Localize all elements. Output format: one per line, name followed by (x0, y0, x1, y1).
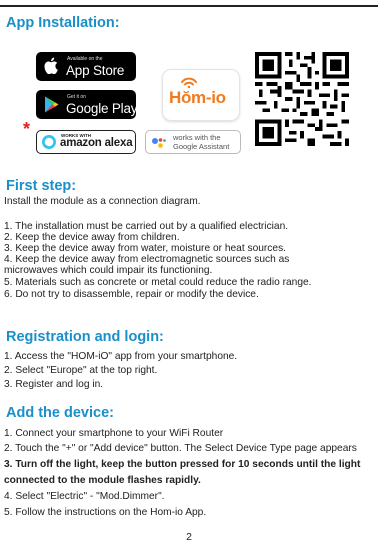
asterisk-mark: * (23, 119, 31, 139)
add-device-title: Add the device: (6, 405, 114, 421)
add-device-item: 5. Follow the instructions on the Hom-io… (4, 507, 207, 518)
add-device-item: 4. Select "Electric" - "Mod.Dimmer". (4, 491, 165, 502)
google-assistant-icon (152, 136, 166, 154)
add-device-item: 2. Touch the "+" or "Add device" button.… (4, 443, 357, 454)
registration-item: 1. Access the "HOM-iO" app from your sma… (4, 351, 238, 362)
appstore-small-label: Available on the (67, 56, 103, 62)
assistant-line1: works with the (173, 133, 221, 142)
page-number: 2 (186, 531, 192, 543)
assistant-line2: Google Assistant (173, 142, 230, 151)
alexa-icon (41, 134, 57, 155)
google-assistant-badge[interactable]: works with the Google Assistant (145, 130, 241, 154)
registration-item: 2. Select "Europe" at the top right. (4, 365, 158, 376)
google-play-badge[interactable]: Get it on Google Play (36, 90, 138, 119)
appstore-label: App Store (66, 63, 125, 78)
googleplay-small-label: Get it on (67, 94, 86, 100)
first-step-item: 5. Materials such as concrete or metal c… (4, 277, 312, 288)
first-step-title: First step: (6, 178, 77, 194)
app-store-badge[interactable]: Available on the App Store (36, 52, 136, 81)
googleplay-label: Google Play (66, 101, 138, 116)
add-device-item: connected to the module flashes rapidly. (4, 475, 201, 486)
homio-logo-text: Hŏm-io (169, 88, 226, 107)
first-step-item: microwaves which could impair its functi… (4, 265, 213, 276)
app-installation-title: App Installation: (6, 15, 120, 31)
qr-code (255, 52, 349, 146)
registration-title: Registration and login: (6, 329, 164, 345)
add-device-item: 3. Turn off the light, keep the button p… (4, 459, 361, 470)
first-step-item: 6. Do not try to disassemble, repair or … (4, 289, 259, 300)
homio-app-logo[interactable]: Hŏm-io (163, 70, 239, 120)
google-play-icon (44, 96, 59, 118)
add-device-item: 1. Connect your smartphone to your WiFi … (4, 428, 224, 439)
apple-icon (44, 57, 58, 79)
first-step-intro: Install the module as a connection diagr… (4, 196, 201, 207)
registration-item: 3. Register and log in. (4, 379, 104, 390)
top-rule (0, 5, 378, 7)
amazon-alexa-badge[interactable]: WORKS WITH amazon alexa (36, 130, 136, 154)
alexa-label: amazon alexa (60, 137, 133, 149)
